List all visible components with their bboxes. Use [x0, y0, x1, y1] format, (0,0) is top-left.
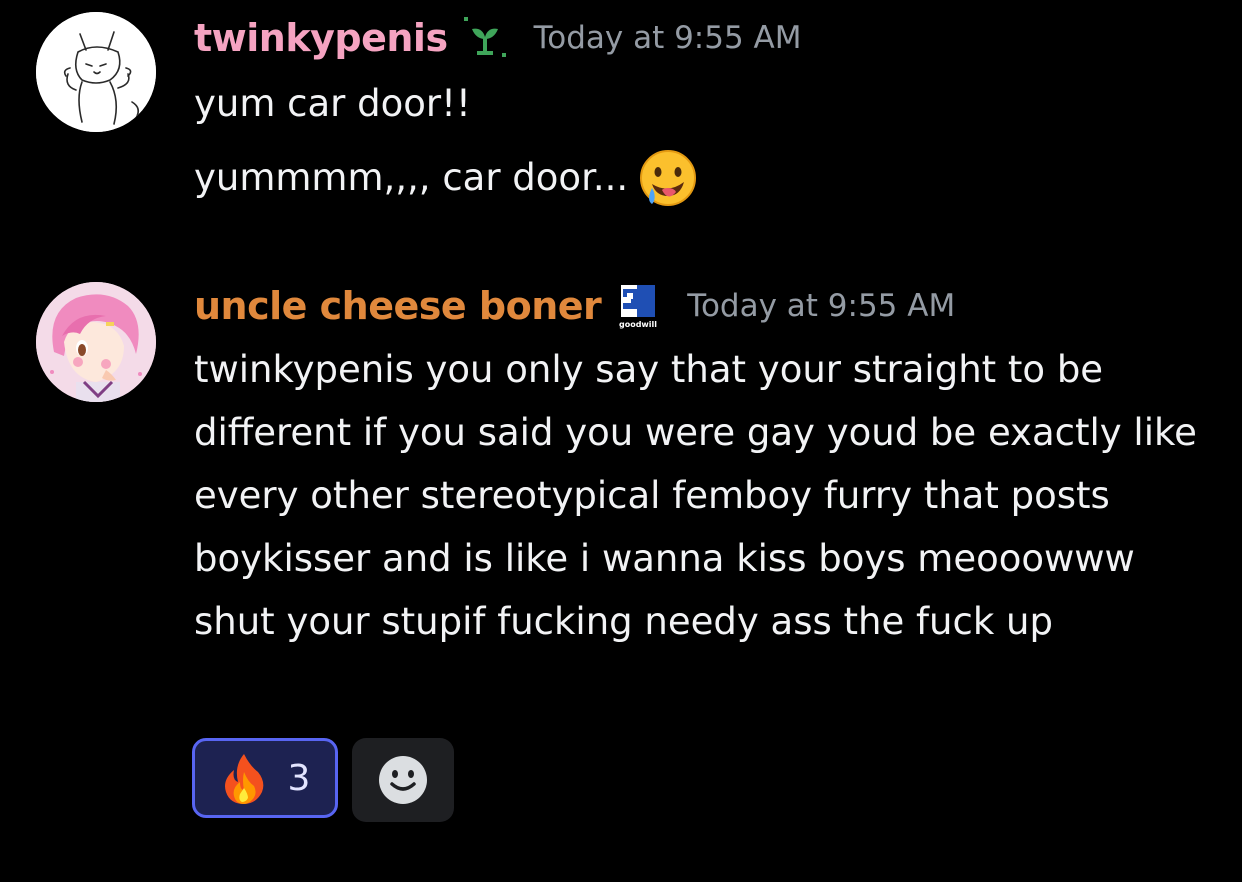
goodwill-badge-text: goodwill: [619, 320, 657, 329]
anime-girl-avatar-icon: [36, 282, 156, 402]
message: uncle cheese boner goodwill Today at 9:5…: [0, 270, 1242, 870]
add-reaction-button[interactable]: [352, 738, 454, 822]
message-text: twinkypenis you only say that your strai…: [194, 348, 1197, 643]
cat-sketch-avatar-icon: [36, 12, 156, 132]
message-header: uncle cheese boner goodwill Today at 9:5…: [194, 278, 955, 334]
timestamp: Today at 9:55 AM: [533, 20, 802, 56]
message-text: yummmm,,,, car door...: [194, 156, 629, 199]
timestamp: Today at 9:55 AM: [687, 288, 956, 324]
goodwill-badge-icon[interactable]: goodwill: [615, 283, 661, 329]
smiley-add-reaction-icon: [379, 756, 427, 804]
drooling-face-emoji-icon: [638, 148, 698, 208]
message-header: twinkypenis Today at 9:55 AM: [194, 10, 802, 66]
reaction-count: 3: [287, 757, 311, 799]
chat-log: twinkypenis Today at 9:55 AM yum car doo…: [0, 0, 1242, 882]
message-text: yum car door!!: [194, 82, 471, 125]
username[interactable]: twinkypenis: [194, 16, 448, 60]
username[interactable]: uncle cheese boner: [194, 284, 602, 328]
avatar[interactable]: [36, 282, 156, 402]
message-text-line: yummmm,,,, car door...: [194, 146, 1204, 209]
reaction-fire[interactable]: 3: [192, 738, 338, 818]
reactions-bar: 3: [192, 738, 454, 822]
fire-emoji-icon: [224, 754, 263, 804]
sprout-badge-icon[interactable]: [462, 15, 508, 61]
message: twinkypenis Today at 9:55 AM yum car doo…: [0, 0, 1242, 240]
avatar[interactable]: [36, 12, 156, 132]
